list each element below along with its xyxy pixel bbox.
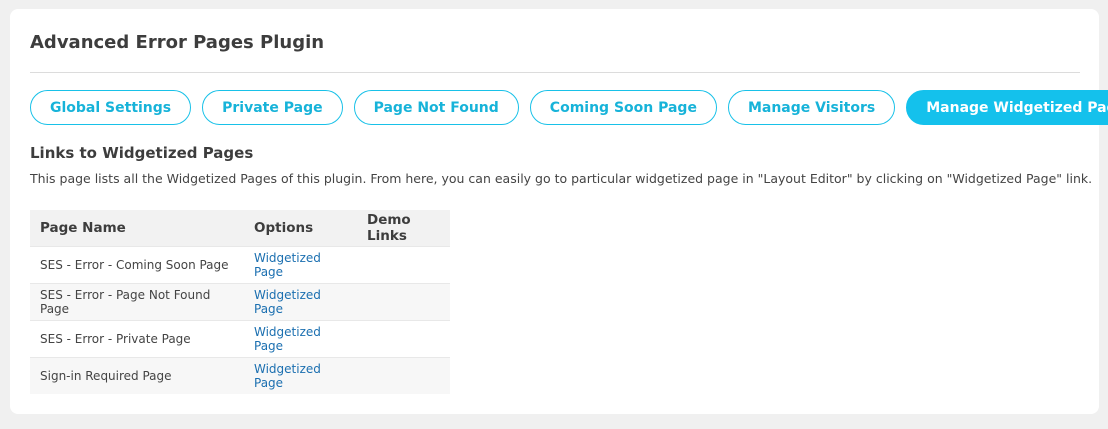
table-row: SES - Error - Private Page Widgetized Pa… (30, 320, 450, 358)
main-panel: Advanced Error Pages Plugin Global Setti… (10, 9, 1108, 414)
tab-manage-widgetized-pages[interactable]: Manage Widgetized Pages (906, 90, 1108, 125)
tab-page-not-found[interactable]: Page Not Found (353, 90, 519, 125)
tab-manage-visitors[interactable]: Manage Visitors (727, 90, 896, 125)
header-page-name: Page Name (30, 210, 244, 247)
row-demo-link (357, 320, 450, 358)
widgetized-page-link[interactable]: Widgetized Page (254, 288, 321, 316)
tab-private-page[interactable]: Private Page (202, 90, 343, 125)
tab-global-settings[interactable]: Global Settings (30, 90, 192, 125)
table-row: SES - Error - Coming Soon Page Widgetize… (30, 246, 450, 284)
row-demo-link (357, 246, 450, 284)
table-header-row: Page Name Options Demo Links (30, 210, 450, 247)
row-page-name: SES - Error - Page Not Found Page (30, 283, 244, 321)
section-description: This page lists all the Widgetized Pages… (30, 171, 1093, 186)
widgetized-page-link[interactable]: Widgetized Page (254, 251, 321, 279)
table-row: Sign-in Required Page Widgetized Page (30, 357, 450, 394)
row-demo-link (357, 283, 450, 321)
row-option-cell: Widgetized Page (244, 246, 357, 284)
tab-coming-soon-page[interactable]: Coming Soon Page (529, 90, 717, 125)
row-option-cell: Widgetized Page (244, 283, 357, 321)
row-page-name: SES - Error - Coming Soon Page (30, 246, 244, 284)
page-title: Advanced Error Pages Plugin (30, 32, 325, 53)
section-title: Links to Widgetized Pages (30, 144, 254, 162)
widgetized-page-link[interactable]: Widgetized Page (254, 362, 321, 390)
header-demo-links: Demo Links (357, 210, 450, 247)
row-option-cell: Widgetized Page (244, 357, 357, 394)
row-page-name: Sign-in Required Page (30, 357, 244, 394)
widgetized-pages-table: Page Name Options Demo Links SES - Error… (30, 210, 450, 394)
row-option-cell: Widgetized Page (244, 320, 357, 358)
row-demo-link (357, 357, 450, 394)
header-options: Options (244, 210, 357, 247)
row-page-name: SES - Error - Private Page (30, 320, 244, 358)
title-divider (30, 72, 1080, 73)
widgetized-page-link[interactable]: Widgetized Page (254, 325, 321, 353)
tab-bar: Global Settings Private Page Page Not Fo… (30, 90, 1108, 125)
table-row: SES - Error - Page Not Found Page Widget… (30, 283, 450, 321)
